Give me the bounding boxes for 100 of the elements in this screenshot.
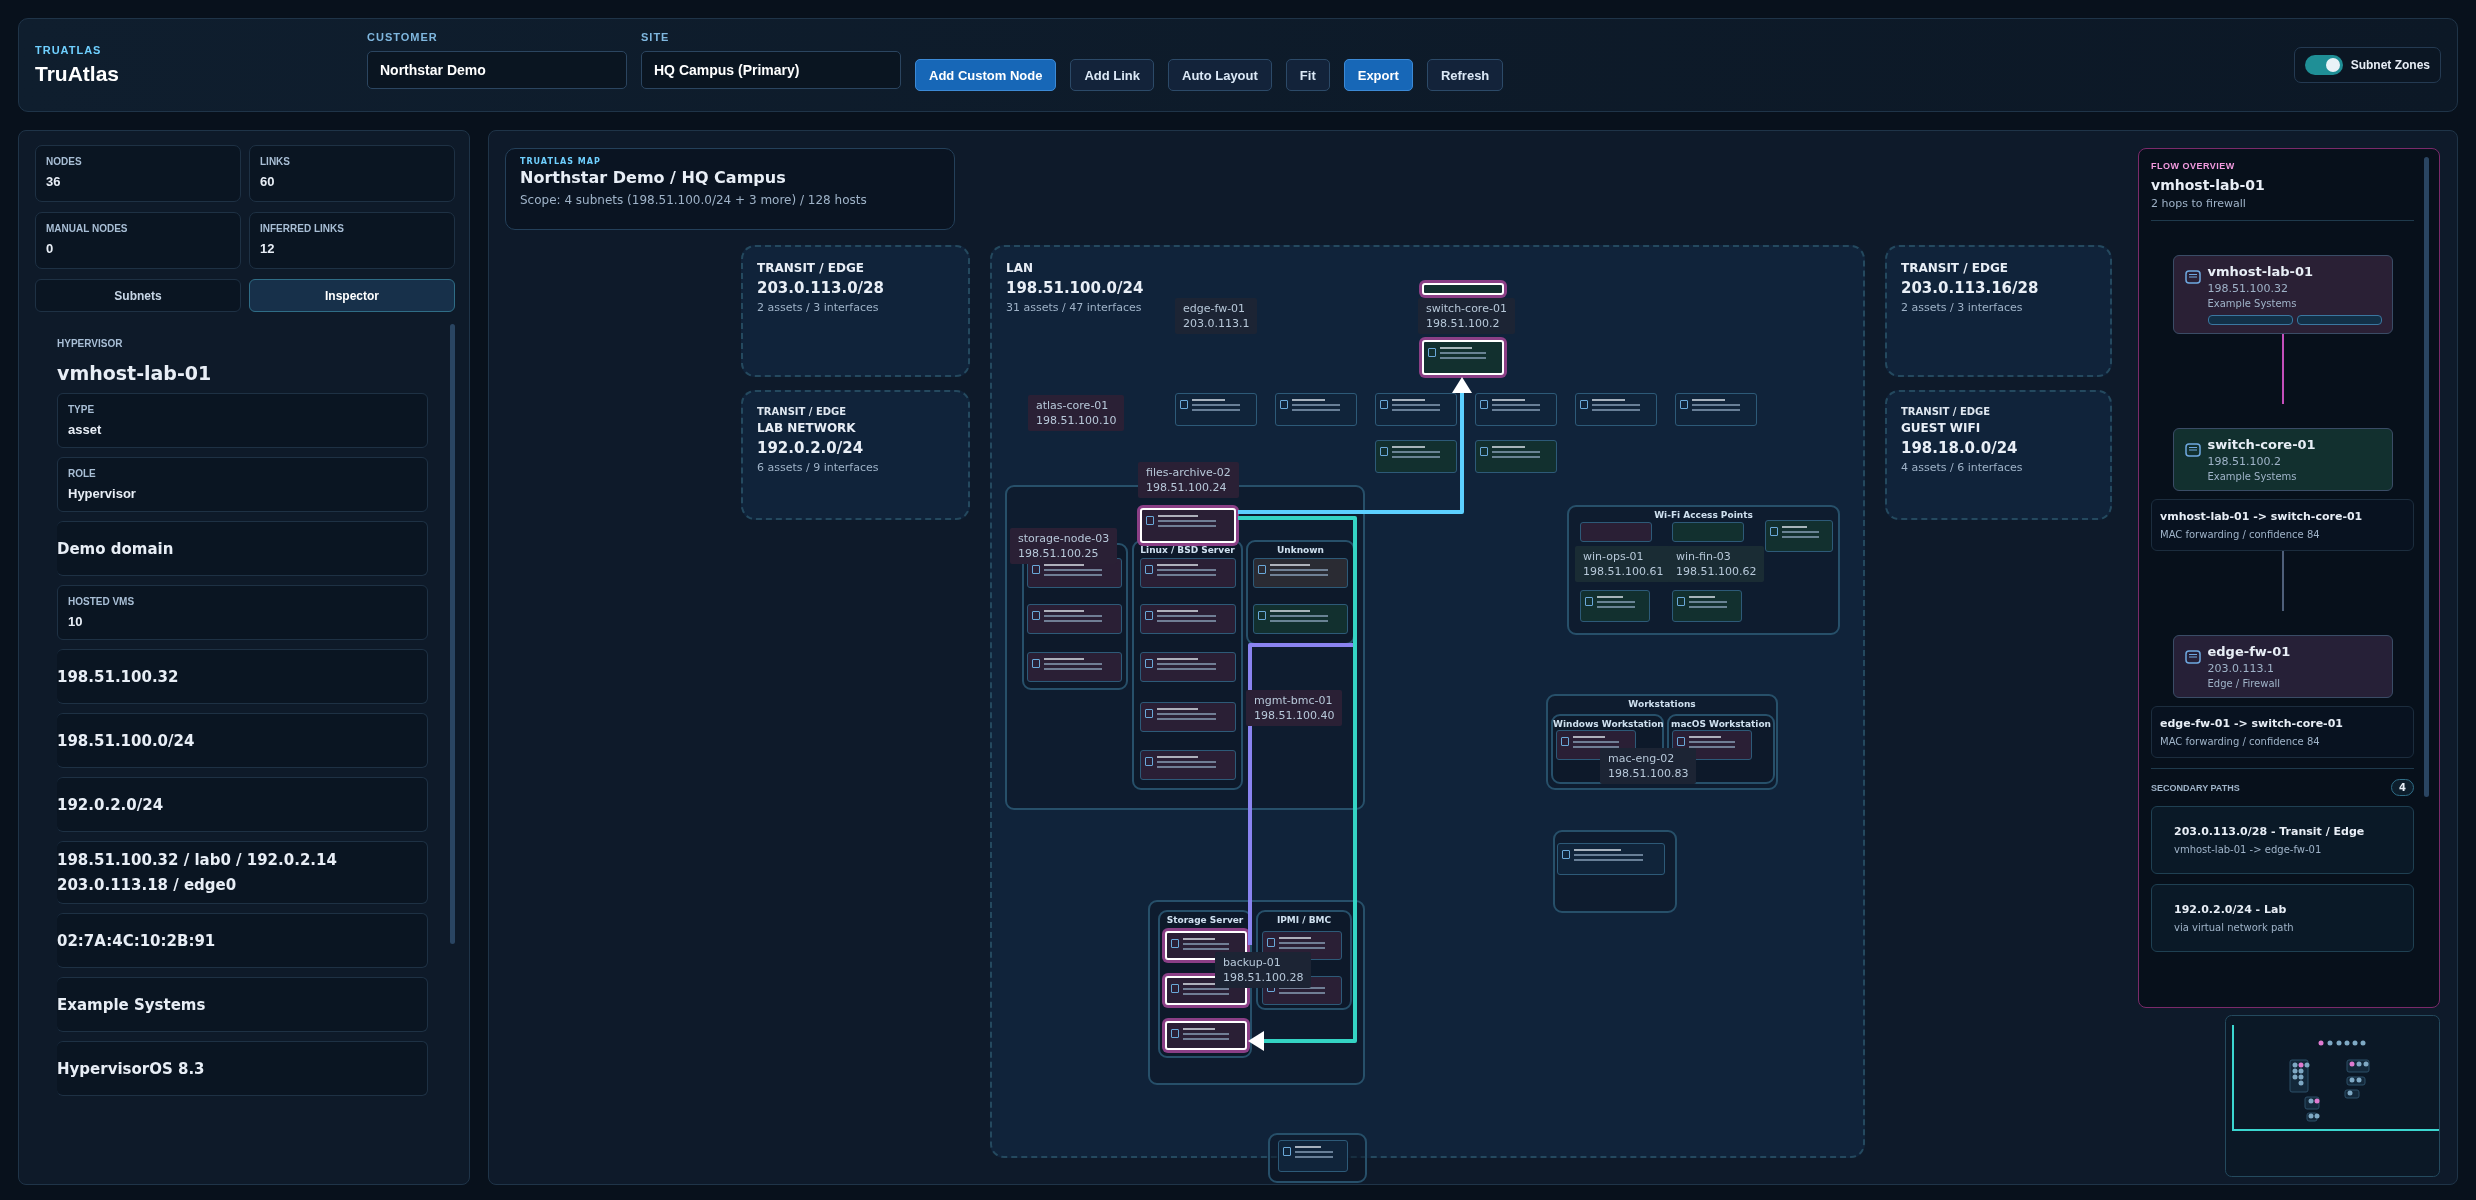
stat-label: LINKS — [260, 156, 291, 167]
tooltip-name: win-fin-03 — [1676, 550, 1731, 563]
path-card[interactable]: 203.0.113.0/28 - Transit / Edge vmhost-lab-01 -> edge-fw-01 — [2151, 806, 2414, 874]
zone-network: 203.0.113.16/28 — [1901, 279, 2039, 297]
node-address: 198.51.100.2 — [2207, 455, 2282, 468]
subnet-zone[interactable]: TRANSIT / EDGE 203.0.113.0/28 2 assets / 3 interfaces — [741, 245, 970, 377]
flow-node-card[interactable]: vmhost-lab-01 198.51.100.32 Example Systems — [2172, 255, 2393, 334]
link-title: vmhost-lab-01 -> switch-core-01 — [2160, 510, 2364, 523]
zone-network: 198.18.0.0/24 — [1901, 439, 2018, 457]
tooltip-address: 198.51.100.62 — [1676, 565, 1757, 578]
node-name: switch-core-01 — [2207, 437, 2316, 452]
detail-value: Example Systems — [57, 995, 207, 1014]
group-title: Storage Server — [1165, 914, 1245, 926]
stat-value: 0 — [46, 241, 55, 256]
flow-node-card[interactable]: edge-fw-01 203.0.113.1 Edge / Firewall — [2172, 635, 2393, 698]
zone-name: LAB NETWORK — [757, 421, 856, 435]
zone-network: 192.0.2.0/24 — [757, 439, 864, 457]
subnet-zone[interactable]: TRANSIT / EDGE LAB NETWORK 192.0.2.0/24 6 assets / 9 interfaces — [741, 390, 970, 520]
section-label: SECONDARY PATHS — [2151, 782, 2240, 793]
detail-value: 192.0.2.0/24 — [57, 795, 165, 814]
path-card[interactable]: 192.0.2.0/24 - Lab via virtual network path — [2151, 884, 2414, 952]
path-title: 203.0.113.0/28 - Transit / Edge — [2174, 825, 2366, 838]
zone-network: 198.51.100.0/24 — [1006, 279, 1144, 297]
tooltip-name: files-archive-02 — [1146, 466, 1231, 479]
field-label: SITE — [641, 31, 671, 43]
link-card[interactable]: edge-fw-01 -> switch-core-01 MAC forwarding / confidence 84 — [2151, 706, 2414, 758]
group-title: IPMI / BMC — [1275, 914, 1333, 926]
link-card[interactable]: vmhost-lab-01 -> switch-core-01 MAC forwarding / confidence 84 — [2151, 499, 2414, 551]
link-detail: MAC forwarding / confidence 84 — [2160, 736, 2321, 747]
stat-value: 60 — [260, 174, 276, 189]
subnet-zones-toggle[interactable]: Subnet Zones — [2293, 47, 2441, 83]
toolbar-button[interactable]: Add Link — [1070, 59, 1154, 91]
toolbar-button[interactable]: Fit — [1285, 59, 1330, 91]
toolbar-button[interactable]: Auto Layout — [1168, 59, 1272, 91]
stat-label: INFERRED LINKS — [260, 223, 345, 234]
detail-value: asset — [68, 422, 103, 437]
tooltip-name: edge-fw-01 — [1183, 302, 1246, 315]
group-title: macOS Workstation — [1670, 718, 1772, 730]
toolbar-button[interactable]: Add Custom Node — [915, 59, 1057, 91]
zone-tag: TRANSIT / EDGE — [1901, 406, 1991, 417]
tooltip-address: 203.0.113.1 — [1183, 317, 1250, 330]
tooltip-address: 198.51.100.83 — [1608, 767, 1689, 780]
zone-name: LAN — [1006, 261, 1033, 275]
detail-value: 198.51.100.0/24 — [57, 731, 196, 750]
link-detail: MAC forwarding / confidence 84 — [2160, 529, 2321, 540]
node-detail: Example Systems — [2207, 298, 2298, 309]
zone-name: GUEST WIFI — [1901, 421, 1981, 435]
customer-field[interactable]: Northstar Demo — [367, 51, 627, 89]
zone-summary: 31 assets / 47 interfaces — [1006, 301, 1142, 314]
subnet-zone[interactable]: TRANSIT / EDGE GUEST WIFI 198.18.0.0/24 4 assets / 6 interfaces — [1885, 390, 2112, 520]
stat-label: MANUAL NODES — [46, 223, 129, 234]
stat-label: NODES — [46, 156, 83, 167]
zone-name: TRANSIT / EDGE — [1901, 261, 2008, 275]
node-name: vmhost-lab-01 — [57, 362, 213, 384]
tooltip-address: 198.51.100.40 — [1254, 709, 1335, 722]
detail-value: 02:7A:4C:10:2B:91 — [57, 931, 217, 950]
detail-label: HOSTED VMS — [68, 596, 136, 607]
node-detail: Edge / Firewall — [2207, 678, 2282, 689]
tooltip-name: mgmt-bmc-01 — [1254, 694, 1333, 707]
node-detail: Example Systems — [2207, 471, 2298, 482]
flow-node-card[interactable]: switch-core-01 198.51.100.2 Example Systems — [2172, 428, 2393, 491]
zone-network: 203.0.113.0/28 — [757, 279, 884, 297]
panel-tab[interactable]: Inspector — [249, 279, 455, 312]
detail-value: 203.0.113.18 / edge0 — [57, 876, 238, 894]
detail-value: HypervisorOS 8.3 — [57, 1059, 206, 1078]
zone-summary: 2 assets / 3 interfaces — [1901, 301, 2023, 314]
zone-summary: 4 assets / 6 interfaces — [1901, 461, 2023, 474]
panel-tab[interactable]: Subnets — [35, 279, 241, 312]
tooltip-address: 198.51.100.61 — [1583, 565, 1664, 578]
site-field[interactable]: HQ Campus (Primary) — [641, 51, 901, 89]
flow-subtitle: 2 hops to firewall — [2151, 197, 2247, 210]
tooltip-name: win-ops-01 — [1583, 550, 1644, 563]
detail-value: 10 — [68, 614, 84, 629]
tooltip-name: storage-node-03 — [1018, 532, 1110, 545]
tooltip-name: atlas-core-01 — [1036, 399, 1109, 412]
toolbar-button[interactable]: Refresh — [1426, 59, 1504, 91]
path-detail: vmhost-lab-01 -> edge-fw-01 — [2174, 844, 2323, 855]
flow-title: vmhost-lab-01 — [2151, 177, 2266, 193]
group-title: Windows Workstation — [1553, 718, 1662, 730]
link-title: edge-fw-01 -> switch-core-01 — [2160, 717, 2344, 730]
group-title: Wi-Fi Access Points — [1653, 509, 1754, 521]
node-type-label: HYPERVISOR — [57, 338, 124, 349]
zone-tag: TRANSIT / EDGE — [757, 406, 847, 417]
field-label: CUSTOMER — [367, 31, 439, 43]
detail-label: TYPE — [68, 404, 96, 415]
detail-label: ROLE — [68, 468, 97, 479]
toolbar-button[interactable]: Export — [1343, 59, 1413, 91]
stat-value: 12 — [260, 241, 276, 256]
brand-label: TRUATLAS — [35, 44, 103, 56]
tooltip-address: 198.51.100.10 — [1036, 414, 1117, 427]
stat-value: 36 — [46, 174, 62, 189]
node-address: 198.51.100.32 — [2207, 282, 2289, 295]
map-title: Northstar Demo / HQ Campus — [520, 168, 787, 187]
group-title: Workstations — [1627, 698, 1697, 710]
detail-value: 198.51.100.32 / lab0 / 192.0.2.14 — [57, 851, 338, 869]
tooltip-name: backup-01 — [1223, 956, 1281, 969]
group-title: Unknown — [1276, 544, 1325, 556]
detail-value: Hypervisor — [68, 486, 137, 501]
subnet-zone[interactable]: TRANSIT / EDGE 203.0.113.16/28 2 assets / 3 interfaces — [1885, 245, 2112, 377]
detail-value: 198.51.100.32 — [57, 667, 180, 686]
